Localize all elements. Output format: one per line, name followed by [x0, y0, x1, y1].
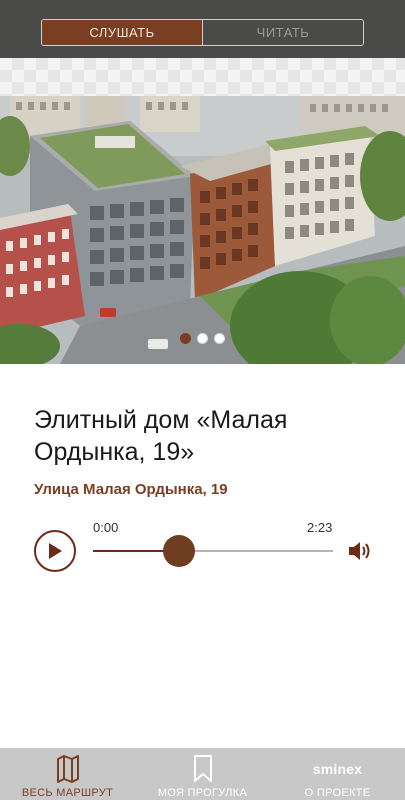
nav-my-walk[interactable]: МОЯ ПРОГУЛКА: [135, 748, 270, 800]
nav-label: О ПРОЕКТЕ: [304, 787, 371, 799]
carousel-dot[interactable]: [214, 333, 225, 344]
progress-track[interactable]: [93, 550, 333, 552]
carousel-dot[interactable]: [197, 333, 208, 344]
sminex-logo: sminex: [312, 761, 363, 777]
nav-label: ВЕСЬ МАРШРУТ: [21, 787, 114, 799]
building-photo[interactable]: [0, 96, 405, 364]
nav-label: МОЯ ПРОГУЛКА: [157, 787, 248, 799]
progress-thumb[interactable]: [163, 535, 196, 567]
decorative-pattern: [0, 58, 405, 96]
duration-time: 2:23: [307, 520, 333, 535]
mode-switch: СЛУШАТЬ ЧИТАТЬ: [41, 19, 364, 46]
play-icon: [49, 543, 62, 559]
carousel-dot[interactable]: [180, 333, 191, 344]
read-tab[interactable]: ЧИТАТЬ: [202, 20, 363, 45]
top-bar: СЛУШАТЬ ЧИТАТЬ: [0, 0, 405, 58]
nav-full-route[interactable]: ВЕСЬ МАРШРУТ: [0, 748, 135, 800]
building-illustration: [0, 96, 405, 364]
current-time: 0:00: [93, 520, 119, 535]
place-address: Улица Малая Ордынка, 19: [34, 481, 228, 498]
speaker-icon: [349, 542, 370, 560]
carousel-dots: [0, 333, 405, 344]
listen-tab[interactable]: СЛУШАТЬ: [42, 20, 202, 45]
bottom-nav: ВЕСЬ МАРШРУТ МОЯ ПРОГУЛКА sminex О ПРОЕК…: [0, 748, 405, 800]
map-icon: [56, 755, 79, 783]
play-button[interactable]: [34, 530, 76, 572]
bookmark-icon: [193, 755, 212, 782]
place-title: Элитный дом «Малая Ордынка, 19»: [34, 406, 288, 466]
nav-about[interactable]: sminex О ПРОЕКТЕ: [270, 748, 405, 800]
volume-button[interactable]: [348, 540, 372, 562]
